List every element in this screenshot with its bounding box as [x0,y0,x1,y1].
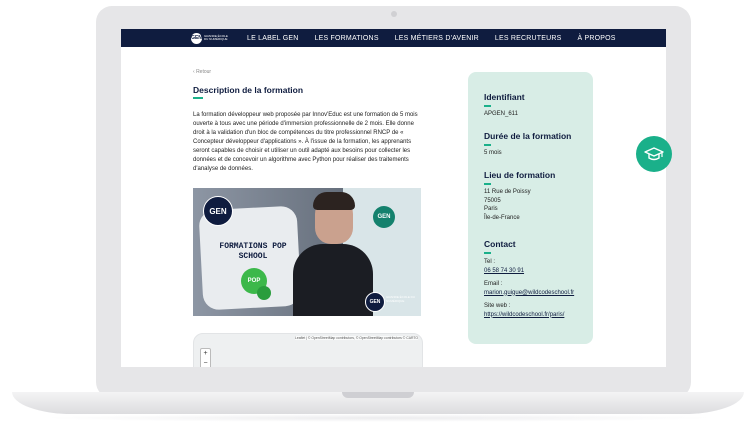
gen-corner-logo: GEN [365,292,385,312]
title-underline [193,97,203,99]
formation-description: La formation développeur web proposée pa… [193,112,418,172]
person-hair [313,192,355,210]
map-zoom-control: + − [200,348,211,367]
camera [391,11,397,17]
location-map[interactable]: Leaflet | © OpenStreetMap contributors, … [193,333,423,367]
nav-item-a-propos[interactable]: À PROPOS [577,35,615,42]
address-line: Île-de-France [484,214,520,221]
laptop-shadow [40,414,716,422]
duration-underline [484,144,491,146]
tel-label: Tel : [484,259,496,265]
identifier-value: APGEN_611 [484,111,518,117]
video-headline: FORMATIONS POP SCHOOL [219,242,287,261]
identifier-heading: Identifiant [484,92,525,102]
gen-corner-text: GRANDE ÉCOLE DU NUMÉRIQUE [386,295,416,303]
identifier-underline [484,105,491,107]
zoom-out-button[interactable]: − [201,359,210,367]
info-panel: Identifiant APGEN_611 Durée de la format… [468,72,593,344]
browser-screen: GEN GRANDE ÉCOLE DU NUMÉRIQUE LE LABEL G… [121,29,666,367]
location-heading: Lieu de formation [484,170,556,180]
back-label: Retour [196,69,212,75]
nav-item-formations[interactable]: LES FORMATIONS [315,35,379,42]
address-line: 11 Rue de Poissy [484,189,531,195]
training-fab-button[interactable] [636,136,672,172]
gen-logo-mark: GEN [191,32,202,44]
pop-dot [257,286,271,300]
address-line: Paris [484,206,498,212]
gen-badge: GEN [203,196,233,226]
person-body [293,244,373,316]
chevron-left-icon: ‹ [193,69,195,75]
email-link[interactable]: marion.guigue@wildcodeschool.fr [484,289,574,298]
site-link[interactable]: https://wildcodeschool.fr/paris/ [484,311,564,320]
top-navigation: GEN GRANDE ÉCOLE DU NUMÉRIQUE LE LABEL G… [121,29,666,47]
laptop-notch [342,392,414,398]
address-line: 75005 [484,197,501,204]
duration-heading: Durée de la formation [484,131,572,141]
graduation-cap-icon [644,147,664,161]
site-label: Site web : [484,303,511,309]
zoom-in-button[interactable]: + [201,349,210,359]
video-thumbnail[interactable]: GEN FORMATIONS POP SCHOOL POP GEN GEN GR… [193,188,421,316]
duration-value: 5 mois [484,150,502,156]
location-underline [484,183,491,185]
gen-logo[interactable]: GEN GRANDE ÉCOLE DU NUMÉRIQUE [191,32,231,44]
gen-logo-text: GRANDE ÉCOLE DU NUMÉRIQUE [204,33,228,41]
gen-wall-logo: GEN [373,206,395,228]
nav-item-recruteurs[interactable]: LES RECRUTEURS [495,35,562,42]
map-attribution[interactable]: Leaflet | © OpenStreetMap contributors, … [294,336,418,340]
back-link[interactable]: ‹ Retour [193,69,211,75]
contact-heading: Contact [484,239,516,249]
section-title: Description de la formation [193,85,304,95]
nav-item-label-gen[interactable]: LE LABEL GEN [247,35,299,42]
email-label: Email : [484,281,503,287]
nav-item-metiers[interactable]: LES MÉTIERS D'AVENIR [395,35,479,42]
contact-underline [484,252,491,254]
tel-link[interactable]: 06 58 74 30 91 [484,267,524,276]
